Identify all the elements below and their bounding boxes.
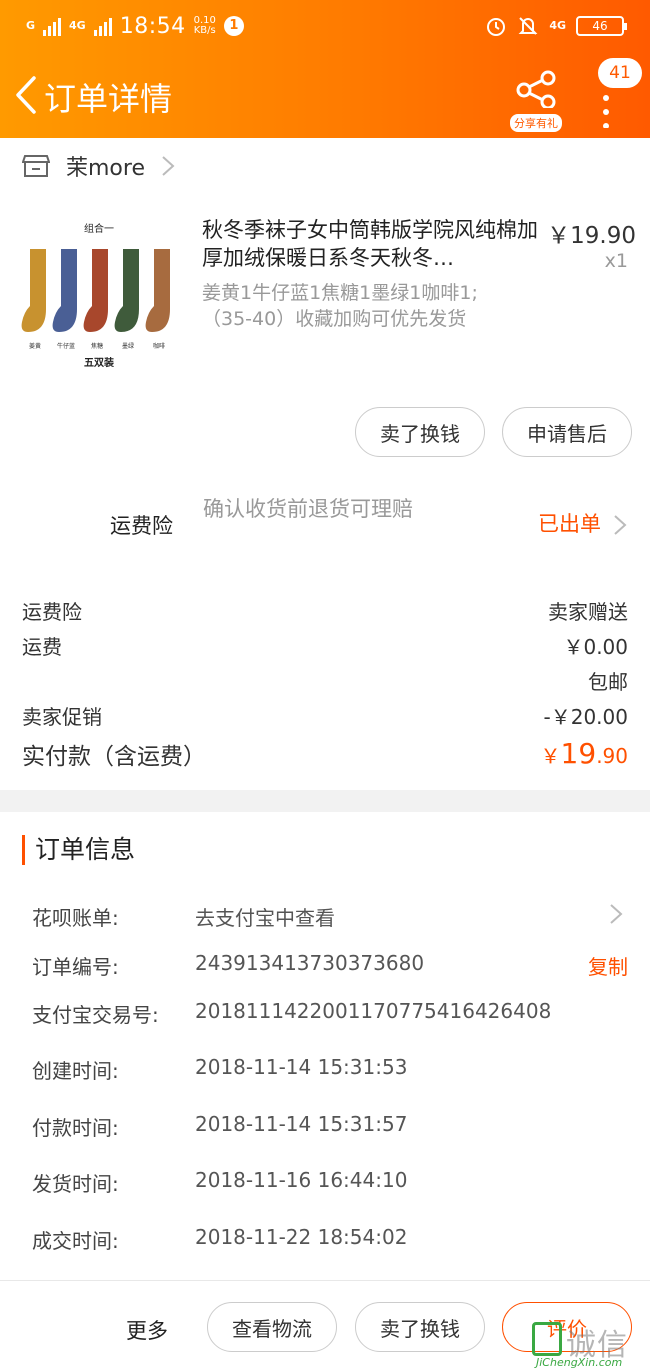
summary-label: 卖家促销: [22, 705, 102, 729]
summary-row: 运费 ￥0.00: [22, 631, 628, 660]
product-card[interactable]: 组合一 姜黄 牛仔蓝 焦糖 墨绿 咖啡 五双装 秋冬季袜子女中筒韩版学院风纯棉加厚加绒保…: [14, 204, 636, 384]
more-button[interactable]: 更多: [126, 1315, 168, 1345]
sell-item-button[interactable]: 卖了换钱: [355, 407, 485, 457]
sock-shape: [83, 249, 108, 332]
free-shipping-value: 包邮: [588, 670, 628, 694]
watermark-url: JiChengXin.com: [536, 1356, 623, 1369]
combo-label: 组合一: [84, 222, 114, 235]
battery-icon: 46: [576, 16, 627, 36]
section-divider: [0, 790, 650, 812]
chevron-right-icon: [614, 515, 627, 535]
pack-label: 五双装: [84, 356, 114, 369]
more-options-icon[interactable]: [600, 88, 612, 128]
product-title: 秋冬季袜子女中筒韩版学院风纯棉加厚加绒保暖日系冬天秋冬…: [202, 218, 538, 270]
info-value: 去支付宝中查看: [195, 906, 335, 930]
notification-count: 1: [223, 16, 244, 36]
insurance-desc: 确认收货前退货可理赔: [203, 497, 413, 521]
summary-value: -￥20.00: [543, 705, 628, 729]
sock-color-label: 焦糖: [91, 342, 103, 350]
summary-label: 运费: [22, 635, 62, 659]
info-value: 2018-11-14 15:31:57: [195, 1112, 408, 1136]
shop-icon: [22, 155, 50, 177]
summary-row: 运费险 卖家赠送: [22, 596, 628, 625]
summary-value: 卖家赠送: [548, 600, 628, 624]
shop-row[interactable]: 茉more: [0, 138, 650, 194]
network-type-right: 4G: [549, 19, 566, 32]
status-time: 18:54: [119, 13, 186, 39]
total-decimal: .90: [596, 744, 628, 768]
total-label: 实付款（含运费）: [22, 744, 206, 770]
share-button[interactable]: 分享有礼: [506, 68, 566, 132]
info-label: 订单编号:: [32, 955, 119, 979]
sock-color-label: 姜黄: [29, 342, 41, 350]
insurance-label: 运费险: [110, 514, 173, 538]
share-icon: [516, 70, 556, 110]
sock-color-label: 墨绿: [122, 342, 134, 350]
copy-button[interactable]: 复制: [588, 951, 628, 980]
order-number: 243913413730373680: [195, 951, 425, 975]
network-type-mid: 4G: [69, 19, 86, 32]
app-header: G 4G 18:54 0.10 KB/s 1 4G 46 订单详情 分享有礼 4…: [0, 0, 650, 138]
shop-name: 茉more: [66, 156, 145, 181]
product-price: ￥19.90: [547, 223, 636, 249]
info-label: 支付宝交易号:: [32, 1003, 159, 1027]
network-speed: 0.10 KB/s: [194, 16, 216, 36]
info-label: 创建时间:: [32, 1059, 119, 1083]
mute-icon: [518, 17, 538, 35]
info-label: 成交时间:: [32, 1229, 119, 1253]
total-row: 实付款（含运费） ￥19.90: [22, 737, 628, 771]
summary-value: ￥0.00: [563, 635, 628, 659]
info-value: 2018-11-22 18:54:02: [195, 1225, 408, 1249]
view-logistics-button[interactable]: 查看物流: [207, 1302, 337, 1352]
sock-shape: [114, 249, 139, 332]
info-value: 2018-11-14 15:31:53: [195, 1055, 408, 1079]
summary-row: 卖家促销 -￥20.00: [22, 701, 628, 730]
info-label: 付款时间:: [32, 1116, 119, 1140]
chevron-right-icon: [610, 904, 623, 924]
total-amount: ￥19.90: [541, 737, 628, 770]
product-thumbnail[interactable]: 组合一 姜黄 牛仔蓝 焦糖 墨绿 咖啡 五双装: [14, 214, 184, 374]
nav-bar: 订单详情 分享有礼 41: [0, 58, 650, 132]
watermark-logo: [532, 1322, 562, 1356]
info-label: 发货时间:: [32, 1172, 119, 1196]
alarm-icon: [487, 18, 506, 36]
total-currency: ￥: [540, 744, 561, 768]
sock-color-label: 牛仔蓝: [57, 342, 75, 350]
network-speed-unit: KB/s: [193, 25, 216, 36]
insurance-status: 已出单: [538, 512, 601, 536]
info-value: 2018-11-16 16:44:10: [195, 1168, 408, 1192]
watermark: 诚信 JiChengXin.com: [532, 1316, 650, 1372]
alipay-trade-number: 2018111422001170775416426408: [195, 999, 552, 1023]
signal-icon: [43, 16, 62, 36]
summary-label: 运费险: [22, 600, 82, 624]
product-quantity: x1: [604, 250, 628, 272]
order-info-title: 订单信息: [22, 835, 135, 865]
total-integer: 19: [560, 737, 597, 770]
shipping-insurance-row[interactable]: 运费险 确认收货前退货可理赔 已出单: [0, 490, 650, 560]
network-type-left: G: [26, 19, 36, 32]
share-reward-label: 分享有礼: [510, 114, 562, 132]
signal-icon-2: [93, 16, 112, 36]
sock-shape: [145, 249, 170, 332]
sock-shape: [52, 249, 77, 332]
back-arrow-icon[interactable]: [10, 72, 40, 118]
sock-shape: [21, 249, 46, 332]
info-label: 花呗账单:: [32, 906, 119, 930]
message-count-badge[interactable]: 41: [598, 58, 642, 88]
page-title: 订单详情: [44, 80, 173, 118]
after-sale-button[interactable]: 申请售后: [502, 407, 632, 457]
sell-item-button-footer[interactable]: 卖了换钱: [355, 1302, 485, 1352]
status-bar: G 4G 18:54 0.10 KB/s 1 4G 46: [26, 10, 627, 42]
chevron-right-icon: [162, 156, 175, 176]
product-sku: 姜黄1牛仔蓝1焦糖1墨绿1咖啡1;（35-40）收藏加购可优先发货: [202, 282, 478, 330]
sock-color-label: 咖啡: [153, 342, 165, 350]
